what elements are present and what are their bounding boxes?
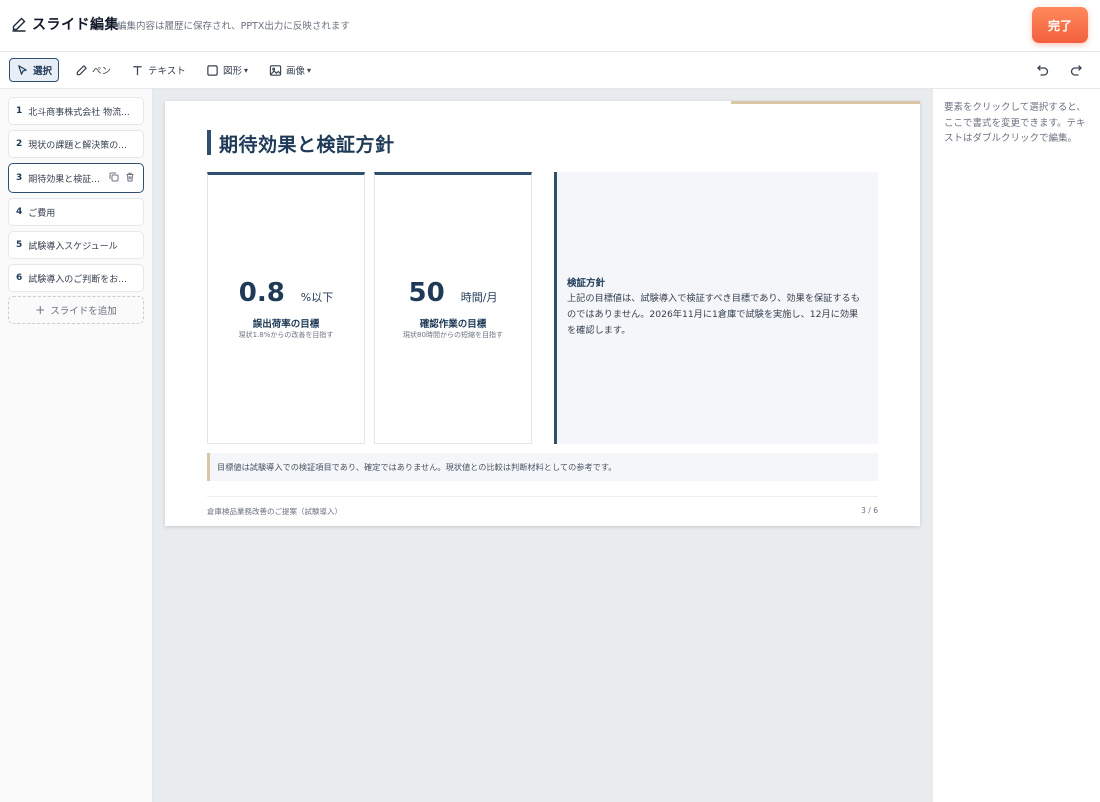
trash-icon[interactable] [125, 172, 135, 182]
policy-body[interactable]: 上記の目標値は、試験導入で検証すべき目標であり、効果を保証するものではありません… [567, 291, 862, 339]
kpi-unit[interactable]: %以下 [301, 289, 333, 305]
slide-accent-line [731, 101, 920, 104]
heading-accent-bar [207, 130, 211, 155]
shape-icon [207, 64, 218, 76]
kpi-unit[interactable]: 時間/月 [461, 289, 498, 305]
kpi-subtext[interactable]: 現状80時間からの短縮を目指す [375, 330, 531, 340]
image-icon [269, 64, 282, 76]
policy-box[interactable]: 検証方針 上記の目標値は、試験導入で検証すべき目標であり、効果を保証するものでは… [554, 172, 878, 444]
footer-divider [207, 496, 878, 497]
edit-icon [12, 17, 26, 32]
add-slide-label: スライドを追加 [50, 306, 117, 317]
tool-text-label: テキスト [148, 66, 186, 77]
slide-list-item[interactable]: 1 北斗商事株式会社 物流... [8, 97, 144, 125]
slide-footer-text[interactable]: 倉庫検品業務改善のご提案（試験導入） [207, 506, 342, 517]
slide-list-item[interactable]: 6 試験導入のご判断をお... [8, 264, 144, 292]
tool-select-label: 選択 [33, 66, 53, 77]
kpi-value[interactable]: 50 [409, 278, 445, 308]
slide-number: 1 [16, 106, 23, 116]
tool-select[interactable]: 選択 [9, 58, 60, 82]
undo-icon[interactable] [1036, 63, 1050, 77]
kpi-value[interactable]: 0.8 [239, 278, 285, 308]
slide-preview[interactable]: 期待効果と検証方針 0.8 %以下 誤出荷率の目標 現状1.8%からの改善を目指… [165, 101, 920, 526]
cursor-icon [18, 64, 27, 75]
redo-icon[interactable] [1069, 63, 1083, 77]
kpi-card[interactable]: 0.8 %以下 誤出荷率の目標 現状1.8%からの改善を目指す [207, 172, 365, 444]
kpi-label[interactable]: 誤出荷率の目標 [208, 316, 364, 330]
kpi-label[interactable]: 確認作業の目標 [375, 316, 531, 330]
slide-number: 4 [16, 207, 23, 217]
slide-list-item[interactable]: 2 現状の課題と解決策の... [8, 130, 144, 158]
kpi-value-row: 0.8 %以下 [208, 278, 364, 308]
page-indicator: 3 / 6 [861, 506, 878, 515]
tool-image[interactable]: 画像 ▾ [263, 58, 317, 82]
slide-list-title: 試験導入スケジュール [28, 241, 118, 252]
add-slide-button[interactable]: + スライドを追加 [8, 296, 144, 324]
tool-text[interactable]: テキスト [125, 58, 192, 82]
properties-panel: 要素をクリックして選択すると、ここで書式を変更できます。テキストはダブルクリック… [932, 89, 1100, 802]
done-button[interactable]: 完了 [1032, 7, 1088, 43]
editor-toolbar: 選択 ペン テキスト 図形 ▾ 画像 ▾ [0, 52, 1100, 89]
slide-canvas: 期待効果と検証方針 0.8 %以下 誤出荷率の目標 現状1.8%からの改善を目指… [153, 89, 932, 802]
slide-number: 5 [16, 240, 23, 250]
slide-list-panel: 1 北斗商事株式会社 物流... 2 現状の課題と解決策の... 3 期待効果と… [0, 89, 153, 802]
kpi-subtext[interactable]: 現状1.8%からの改善を目指す [208, 330, 364, 340]
tool-shape-label: 図形 [223, 66, 243, 77]
slide-number: 2 [16, 139, 23, 149]
slide-list-title: ご費用 [28, 208, 56, 219]
page-title: スライド編集 [32, 17, 119, 33]
slide-list-title: 北斗商事株式会社 物流... [28, 107, 130, 118]
tool-pen-label: ペン [92, 66, 112, 77]
slide-number: 3 [16, 173, 23, 183]
chevron-down-icon: ▾ [307, 65, 312, 75]
slide-heading[interactable]: 期待効果と検証方針 [219, 130, 395, 157]
slide-list-item-selected[interactable]: 3 期待効果と検証... [8, 163, 144, 193]
slide-list-title: 試験導入のご判断をお... [28, 274, 127, 285]
policy-title[interactable]: 検証方針 [567, 275, 605, 289]
kpi-card[interactable]: 50 時間/月 確認作業の目標 現状80時間からの短縮を目指す [374, 172, 532, 444]
pen-icon [76, 64, 87, 75]
slide-number: 6 [16, 273, 23, 283]
slide-item-actions [109, 172, 135, 182]
properties-hint: 要素をクリックして選択すると、ここで書式を変更できます。テキストはダブルクリック… [944, 102, 1086, 144]
slide-list-title: 現状の課題と解決策の... [28, 140, 127, 151]
page-subtitle: 編集内容は履歴に保存され、PPTX出力に反映されます [117, 21, 350, 32]
slide-list-item[interactable]: 4 ご費用 [8, 198, 144, 226]
chevron-down-icon: ▾ [244, 65, 249, 75]
slide-list-item[interactable]: 5 試験導入スケジュール [8, 231, 144, 259]
tool-image-label: 画像 [286, 66, 306, 77]
tool-pen[interactable]: ペン [69, 58, 117, 82]
plus-icon: + [35, 303, 46, 317]
top-header: スライド編集 編集内容は履歴に保存され、PPTX出力に反映されます 完了 [0, 0, 1100, 52]
slide-note[interactable]: 目標値は試験導入での検証項目であり、確定ではありません。現状値との比較は判断材料… [207, 453, 878, 481]
text-icon [133, 65, 142, 75]
tool-shape[interactable]: 図形 ▾ [200, 58, 254, 82]
slide-list-title: 期待効果と検証... [28, 174, 100, 185]
duplicate-icon[interactable] [109, 172, 119, 182]
kpi-value-row: 50 時間/月 [375, 278, 531, 308]
